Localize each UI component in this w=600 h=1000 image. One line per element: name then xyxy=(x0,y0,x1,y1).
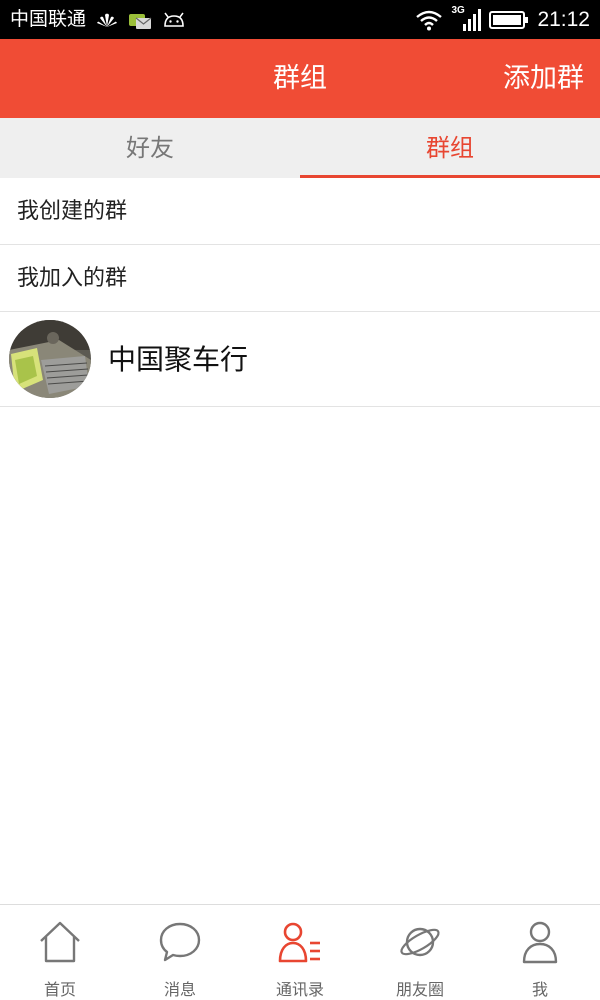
nav-contacts-label: 通讯录 xyxy=(275,980,324,999)
tab-friends-label: 好友 xyxy=(126,134,174,162)
android-debug-icon xyxy=(164,12,184,27)
group-list-item[interactable]: 中国聚车行 xyxy=(0,312,600,407)
group-avatar xyxy=(9,320,91,398)
nav-moments-label: 朋友圈 xyxy=(395,980,444,999)
wifi-icon xyxy=(416,10,443,30)
bottom-nav: 首页 消息 通讯录 朋友圈 我 xyxy=(0,904,600,1000)
add-group-button[interactable]: 添加群 xyxy=(503,39,584,118)
group-list: 我创建的群 我加入的群 中国聚车行 xyxy=(0,178,600,407)
status-right: 3G 21:12 xyxy=(415,5,590,33)
app-header: 群组 添加群 xyxy=(0,39,600,118)
carrier-name: 中国联通 xyxy=(10,8,87,30)
planet-icon xyxy=(400,927,440,957)
cell-signal: 3G xyxy=(451,5,482,33)
created-groups-label: 我创建的群 xyxy=(17,199,128,224)
group-name: 中国聚车行 xyxy=(108,343,249,376)
tab-friends[interactable]: 好友 xyxy=(0,118,300,178)
tab-groups-label: 群组 xyxy=(426,134,474,162)
nav-messages-label: 消息 xyxy=(163,980,196,999)
nav-messages[interactable]: 消息 xyxy=(120,905,240,1000)
contacts-icon xyxy=(278,922,320,963)
tab-groups[interactable]: 群组 xyxy=(300,118,600,178)
tab-bar: 好友 群组 xyxy=(0,118,600,178)
joined-groups-label: 我加入的群 xyxy=(17,266,128,291)
created-groups-item[interactable]: 我创建的群 xyxy=(0,178,600,245)
notification-app-icon xyxy=(129,13,152,29)
nav-moments[interactable]: 朋友圈 xyxy=(360,905,480,1000)
nav-me[interactable]: 我 xyxy=(480,905,600,1000)
nav-home[interactable]: 首页 xyxy=(0,905,120,1000)
status-left: 中国联通 xyxy=(10,6,186,33)
group-avatar-photo-icon xyxy=(9,320,91,398)
message-bubble-icon xyxy=(159,922,201,962)
status-clock: 21:12 xyxy=(537,8,590,31)
nav-me-label: 我 xyxy=(531,980,548,999)
status-bar: 中国联通 3G 21:12 xyxy=(0,0,600,39)
person-icon xyxy=(522,921,558,964)
nav-home-label: 首页 xyxy=(43,980,76,999)
nav-contacts[interactable]: 通讯录 xyxy=(240,905,360,1000)
battery-icon xyxy=(489,10,529,29)
home-icon xyxy=(40,921,80,963)
huawei-logo-icon xyxy=(97,13,118,27)
signal-bars-icon xyxy=(463,8,482,31)
joined-groups-item[interactable]: 我加入的群 xyxy=(0,245,600,312)
